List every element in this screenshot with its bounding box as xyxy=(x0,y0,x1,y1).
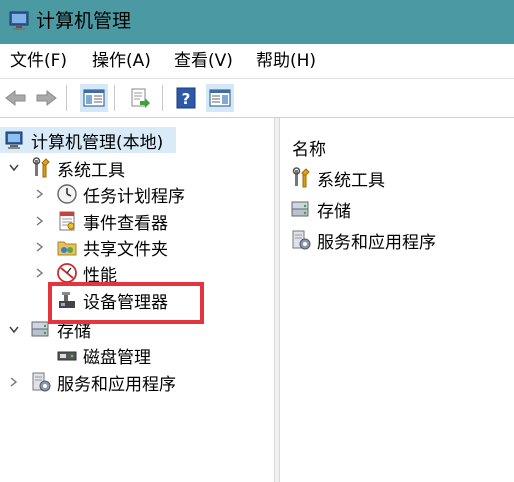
expand-services-apps[interactable] xyxy=(8,376,20,388)
tools-icon xyxy=(292,167,310,188)
tools-icon xyxy=(32,157,50,178)
clock-icon xyxy=(57,184,77,204)
show-hide-action-pane-button[interactable] xyxy=(206,84,234,112)
export-list-icon xyxy=(131,88,150,108)
event-log-icon xyxy=(59,211,75,231)
tree-item-label: 系统工具 xyxy=(57,160,125,181)
annotation-highlight-box xyxy=(48,282,204,324)
forward-button[interactable] xyxy=(32,84,60,112)
tree-item-disk-management[interactable]: 磁盘管理 xyxy=(56,342,151,368)
tree-item-label: 共享文件夹 xyxy=(83,239,168,260)
toolbar: ? xyxy=(0,79,514,117)
services-icon xyxy=(292,230,311,250)
action-pane-icon xyxy=(209,89,231,107)
help-icon: ? xyxy=(176,87,196,109)
help-button[interactable]: ? xyxy=(172,84,200,112)
toolbar-separator xyxy=(66,85,67,111)
menu-view[interactable]: 查看(V) xyxy=(174,50,233,72)
tree-item-services-apps[interactable]: 服务和应用程序 xyxy=(30,369,176,395)
computer-management-icon xyxy=(5,131,23,149)
expand-performance[interactable] xyxy=(34,267,46,279)
list-item[interactable]: 存储 xyxy=(290,196,351,222)
storage-icon xyxy=(291,201,309,217)
menu-action[interactable]: 操作(A) xyxy=(92,50,151,72)
tree-item-task-scheduler[interactable]: 任务计划程序 xyxy=(56,181,185,207)
chevron-right-icon xyxy=(36,242,44,252)
expand-shared-folders[interactable] xyxy=(34,241,46,253)
back-button[interactable] xyxy=(2,84,30,112)
chevron-right-icon xyxy=(10,377,18,387)
list-item[interactable]: 服务和应用程序 xyxy=(290,227,436,253)
computer-management-icon xyxy=(9,11,29,30)
tree-item-shared-folders[interactable]: 共享文件夹 xyxy=(56,234,168,260)
show-hide-console-tree-button[interactable] xyxy=(80,84,108,112)
forward-icon xyxy=(36,89,57,107)
chevron-right-icon xyxy=(36,189,44,199)
disk-icon xyxy=(57,351,77,361)
back-icon xyxy=(5,89,26,107)
menu-file[interactable]: 文件(F) xyxy=(10,50,67,72)
menu-help[interactable]: 帮助(H) xyxy=(256,50,316,72)
tree-item-computer-management[interactable]: 计算机管理(本地) xyxy=(0,127,176,153)
menu-bar: 文件(F) 操作(A) 查看(V) 帮助(H) xyxy=(0,44,514,78)
services-icon xyxy=(32,372,51,392)
results-list: 名称 系统工具 存储 服务和应用程序 xyxy=(280,118,514,482)
chevron-right-icon xyxy=(36,268,44,278)
tree-item-label: 事件查看器 xyxy=(83,213,168,234)
tree-item-label: 服务和应用程序 xyxy=(57,374,176,395)
list-item-label: 存储 xyxy=(317,201,351,222)
console-tree-icon xyxy=(83,89,105,107)
column-header-name[interactable]: 名称 xyxy=(292,135,326,160)
tree-item-label: 磁盘管理 xyxy=(83,347,151,368)
chevron-down-icon xyxy=(9,326,19,334)
window-title: 计算机管理 xyxy=(36,10,132,32)
tree-item-event-viewer[interactable]: 事件查看器 xyxy=(56,208,168,234)
chevron-right-icon xyxy=(36,216,44,226)
chevron-down-icon xyxy=(9,164,19,172)
tree-item-system-tools[interactable]: 系统工具 xyxy=(30,155,125,181)
expand-event-viewer[interactable] xyxy=(34,215,46,227)
list-item-label: 服务和应用程序 xyxy=(317,232,436,253)
list-item-label: 系统工具 xyxy=(317,170,385,191)
tree-item-label: 计算机管理(本地) xyxy=(31,132,164,153)
list-item[interactable]: 系统工具 xyxy=(290,165,385,191)
title-bar: 计算机管理 xyxy=(0,0,514,44)
toolbar-separator xyxy=(162,85,163,111)
console-tree: 计算机管理(本地) 系统工具 任务计划程序 事件查看器 共享文件夹 性能 设备管… xyxy=(0,118,274,482)
performance-gauge-icon xyxy=(57,263,77,283)
expand-task-scheduler[interactable] xyxy=(34,188,46,200)
export-list-button[interactable] xyxy=(126,84,154,112)
tree-item-label: 任务计划程序 xyxy=(83,186,185,207)
expand-system-tools[interactable] xyxy=(8,162,20,174)
expand-storage[interactable] xyxy=(8,324,20,336)
shared-folder-icon xyxy=(57,241,77,256)
svg-text:?: ? xyxy=(182,90,191,108)
toolbar-separator xyxy=(114,85,115,111)
